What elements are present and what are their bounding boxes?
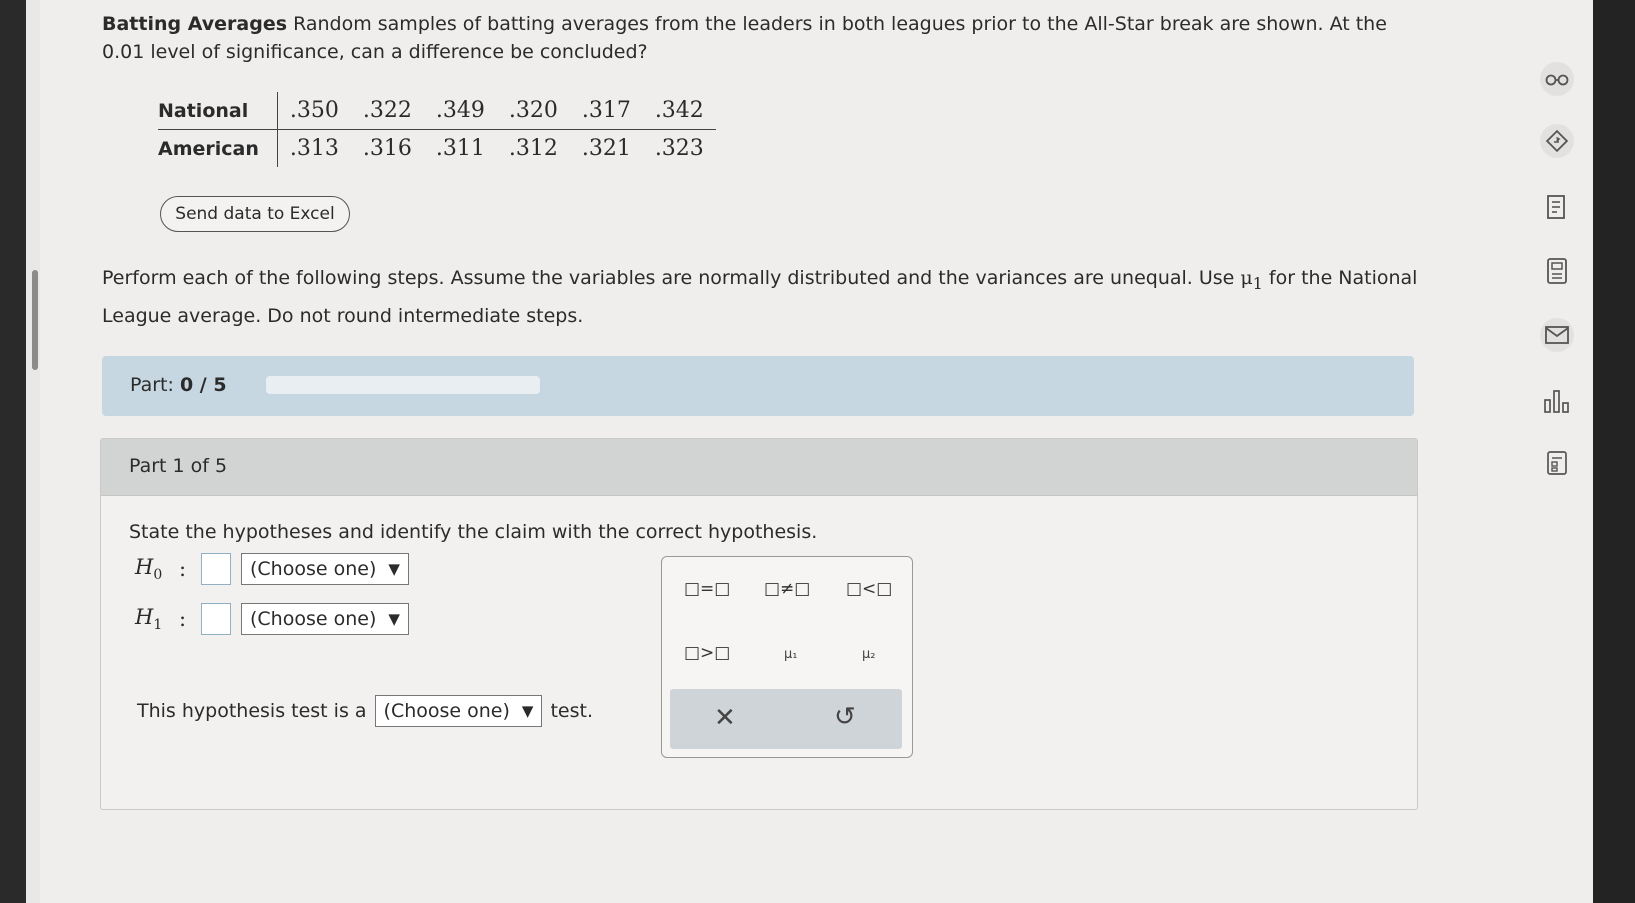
mail-icon[interactable] xyxy=(1540,318,1574,352)
close-icon[interactable]: ✕ xyxy=(714,703,736,733)
progress-bar-section: Part: 0 / 5 xyxy=(102,356,1414,416)
scrollbar[interactable] xyxy=(32,270,38,370)
null-hypothesis-label: H0 xyxy=(135,554,163,584)
notes-icon[interactable] xyxy=(1540,446,1574,480)
greater-than-template-button[interactable]: □>□ xyxy=(684,643,730,663)
chevron-down-icon: ▼ xyxy=(388,610,400,628)
mu-symbol: μ1 xyxy=(1240,267,1263,293)
progress-label: Part: 0 / 5 xyxy=(130,374,227,396)
data-table: National .350 .322 .349 .320 .317 .342 A… xyxy=(158,92,716,167)
problem-statement: Batting Averages Random samples of batti… xyxy=(102,10,1432,66)
table-cell: .323 xyxy=(654,136,704,161)
table-row: American .313 .316 .311 .312 .321 .323 xyxy=(158,129,716,167)
table-cell: .312 xyxy=(508,136,558,161)
row-label: American xyxy=(158,129,278,167)
instructions: Perform each of the following steps. Ass… xyxy=(102,262,1432,333)
table-cell: .350 xyxy=(277,92,351,130)
table-cell: .321 xyxy=(581,136,631,161)
table-row: National .350 .322 .349 .320 .317 .342 xyxy=(158,92,716,130)
table-cell: .322 xyxy=(350,92,424,130)
question-panel: Part 1 of 5 State the hypotheses and ide… xyxy=(100,438,1418,810)
chevron-down-icon: ▼ xyxy=(388,560,400,578)
alt-hypothesis-input[interactable] xyxy=(201,603,231,635)
undo-icon[interactable]: ↺ xyxy=(834,702,856,732)
instructions-text-before: Perform each of the following steps. Ass… xyxy=(102,267,1235,289)
problem-text: Random samples of batting averages from … xyxy=(102,13,1387,63)
chart-icon[interactable] xyxy=(1540,384,1574,418)
alt-hypothesis-label: H1 xyxy=(135,604,163,634)
null-hypothesis-row: H0 : (Choose one) ▼ xyxy=(135,553,409,585)
not-equals-template-button[interactable]: □≠□ xyxy=(764,579,810,599)
screen-bezel-left xyxy=(0,0,26,903)
question-text: State the hypotheses and identify the cl… xyxy=(129,521,818,543)
glasses-icon[interactable] xyxy=(1540,62,1574,96)
math-palette: □=□ □≠□ □<□ □>□ μ₁ μ₂ ✕ ↺ xyxy=(661,556,913,758)
null-hypothesis-input[interactable] xyxy=(201,553,231,585)
main-content: Batting Averages Random samples of batti… xyxy=(40,0,1593,903)
progress-value: 0 / 5 xyxy=(179,374,227,396)
less-than-template-button[interactable]: □<□ xyxy=(846,579,892,599)
colon: : xyxy=(179,607,187,631)
send-to-excel-button[interactable]: Send data to Excel xyxy=(160,196,350,232)
calculator-icon[interactable] xyxy=(1540,254,1574,288)
navigate-icon[interactable] xyxy=(1540,124,1574,158)
part-title: Part 1 of 5 xyxy=(129,455,228,477)
table-cell: .320 xyxy=(496,92,570,130)
problem-title: Batting Averages xyxy=(102,13,288,35)
test-type-suffix: test. xyxy=(550,700,593,722)
chevron-down-icon: ▼ xyxy=(521,702,534,720)
test-type-select[interactable]: (Choose one) ▼ xyxy=(374,695,543,727)
alt-hypothesis-claim-select[interactable]: (Choose one) ▼ xyxy=(241,603,409,635)
palette-actions: ✕ ↺ xyxy=(670,689,902,749)
colon: : xyxy=(179,557,187,581)
alt-hypothesis-row: H1 : (Choose one) ▼ xyxy=(135,603,409,635)
table-cell: .342 xyxy=(642,92,716,130)
mu1-button[interactable]: μ₁ xyxy=(784,647,797,662)
table-cell: .349 xyxy=(423,92,497,130)
progress-bar xyxy=(266,376,540,394)
row-label: National xyxy=(158,92,278,130)
part-header: Part 1 of 5 xyxy=(101,439,1417,496)
test-type-row: This hypothesis test is a (Choose one) ▼… xyxy=(137,695,593,727)
mu2-button[interactable]: μ₂ xyxy=(862,647,875,662)
table-cell: .317 xyxy=(569,92,643,130)
screen-bezel-right xyxy=(1593,0,1635,903)
null-hypothesis-claim-select[interactable]: (Choose one) ▼ xyxy=(241,553,409,585)
equals-template-button[interactable]: □=□ xyxy=(684,579,730,599)
table-cell: .313 xyxy=(289,136,339,161)
table-cell: .311 xyxy=(435,136,485,161)
test-type-prefix: This hypothesis test is a xyxy=(137,700,367,722)
table-cell: .316 xyxy=(362,136,412,161)
notebook-icon[interactable] xyxy=(1540,190,1574,224)
